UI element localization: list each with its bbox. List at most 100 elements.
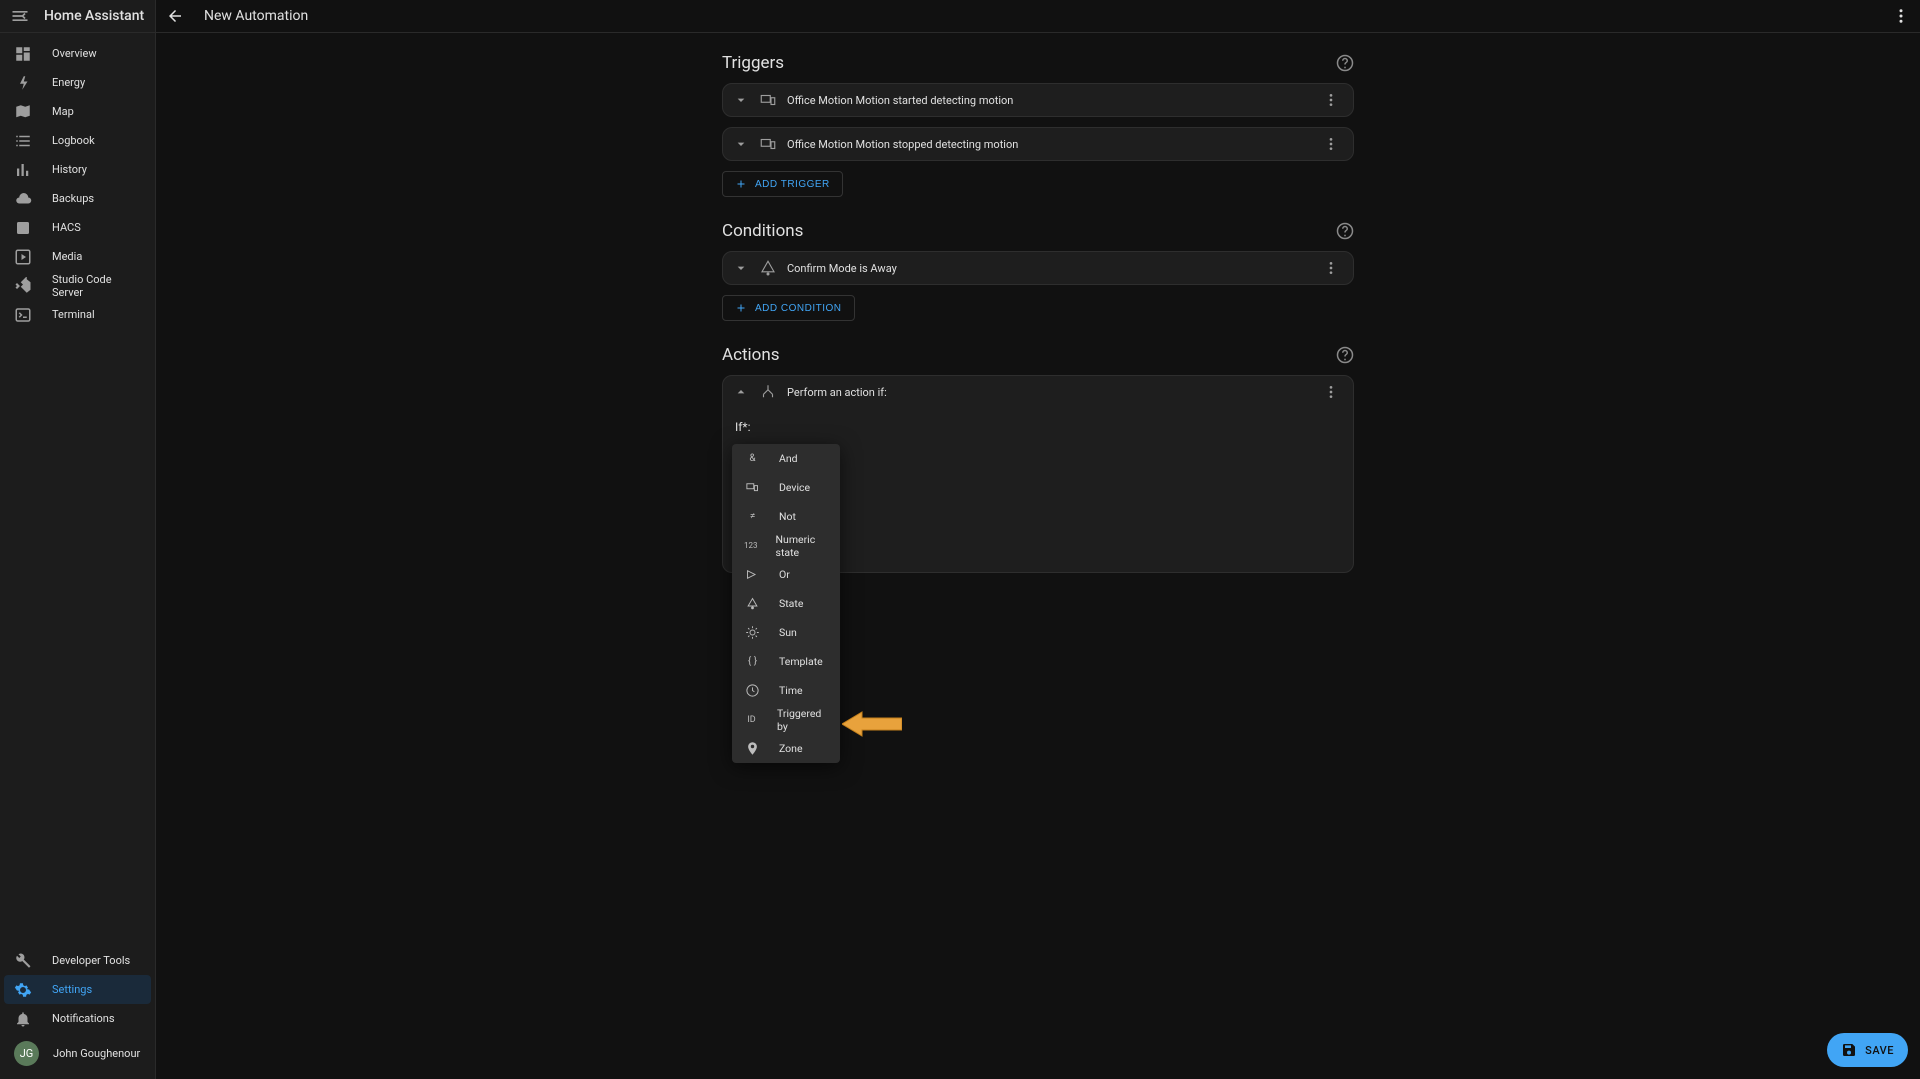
nav-map[interactable]: Map <box>4 97 151 126</box>
chevron-down-icon[interactable] <box>733 136 749 152</box>
dd-label: Template <box>779 655 823 668</box>
dropdown-item-time[interactable]: Time <box>732 676 840 705</box>
nav-label: Overview <box>52 47 97 60</box>
trigger-row[interactable]: Office Motion Motion stopped detecting m… <box>723 128 1353 160</box>
and-icon: & <box>744 450 761 467</box>
dropdown-item-template[interactable]: { } Template <box>732 647 840 676</box>
device-icon <box>744 479 761 496</box>
more-icon[interactable] <box>1323 260 1339 276</box>
nav-backups[interactable]: Backups <box>4 184 151 213</box>
dd-label: State <box>779 597 803 610</box>
nav-notifications[interactable]: Notifications <box>4 1004 151 1033</box>
overview-icon <box>14 45 32 63</box>
history-icon <box>14 161 32 179</box>
nav-label: Terminal <box>52 308 95 321</box>
dropdown-item-device[interactable]: Device <box>732 473 840 502</box>
dropdown-item-triggered-by[interactable]: ID Triggered by <box>732 705 840 734</box>
triggers-header: Triggers <box>722 53 1354 73</box>
zone-icon <box>744 740 761 757</box>
sidebar-nav-top: Overview Energy Map Logbook History Back… <box>0 33 155 946</box>
annotation-arrow <box>842 708 902 740</box>
add-condition-label: ADD CONDITION <box>755 303 842 314</box>
dd-label: Device <box>779 481 810 494</box>
trigger-id-icon: ID <box>744 711 759 728</box>
chevron-down-icon[interactable] <box>733 92 749 108</box>
plus-icon <box>735 302 747 314</box>
condition-label: Confirm Mode is Away <box>787 262 1313 275</box>
nav-history[interactable]: History <box>4 155 151 184</box>
trigger-label: Office Motion Motion started detecting m… <box>787 94 1313 107</box>
dropdown-item-state[interactable]: State <box>732 589 840 618</box>
app-title: Home Assistant <box>44 8 144 24</box>
sidebar-header: Home Assistant <box>0 0 155 33</box>
sidebar: Home Assistant Overview Energy Map Logbo… <box>0 0 156 1079</box>
bell-icon <box>14 1010 32 1028</box>
more-icon[interactable] <box>1323 92 1339 108</box>
media-icon <box>14 248 32 266</box>
chevron-up-icon[interactable] <box>733 384 749 400</box>
nav-label: Developer Tools <box>52 954 130 967</box>
save-label: SAVE <box>1865 1044 1894 1057</box>
menu-toggle-icon[interactable] <box>10 6 30 26</box>
numeric-icon: 123 <box>744 537 758 554</box>
save-button[interactable]: SAVE <box>1827 1033 1908 1067</box>
dropdown-item-zone[interactable]: Zone <box>732 734 840 763</box>
device-icon <box>759 91 777 109</box>
condition-row[interactable]: Confirm Mode is Away <box>723 252 1353 284</box>
if-label: If*: <box>735 420 1341 434</box>
clock-icon <box>744 682 761 699</box>
template-icon: { } <box>744 653 761 670</box>
user-name: John Goughenour <box>53 1047 140 1060</box>
nav-label: Studio Code Server <box>52 273 141 299</box>
nav-logbook[interactable]: Logbook <box>4 126 151 155</box>
nav-user[interactable]: JG John Goughenour <box>4 1033 151 1073</box>
dropdown-item-sun[interactable]: Sun <box>732 618 840 647</box>
state-icon <box>744 595 761 612</box>
condition-card: Confirm Mode is Away <box>722 251 1354 285</box>
help-icon[interactable] <box>1336 346 1354 364</box>
more-icon[interactable] <box>1323 384 1339 400</box>
topbar-more-icon[interactable] <box>1892 7 1910 25</box>
dropdown-item-or[interactable]: Or <box>732 560 840 589</box>
back-icon[interactable] <box>166 7 184 25</box>
help-icon[interactable] <box>1336 54 1354 72</box>
nav-label: HACS <box>52 221 81 234</box>
plus-icon <box>735 178 747 190</box>
nav-label: Backups <box>52 192 94 205</box>
nav-energy[interactable]: Energy <box>4 68 151 97</box>
more-icon[interactable] <box>1323 136 1339 152</box>
user-avatar: JG <box>14 1041 39 1066</box>
add-trigger-button[interactable]: ADD TRIGGER <box>722 171 843 197</box>
dropdown-item-numeric-state[interactable]: 123 Numeric state <box>732 531 840 560</box>
action-row-header[interactable]: Perform an action if: <box>723 376 1353 408</box>
add-condition-button[interactable]: ADD CONDITION <box>722 295 855 321</box>
save-icon <box>1841 1042 1857 1058</box>
page-title: New Automation <box>204 8 308 24</box>
energy-icon <box>14 74 32 92</box>
code-icon <box>14 277 32 295</box>
dd-label: Time <box>779 684 803 697</box>
nav-label: Settings <box>52 983 92 996</box>
nav-terminal[interactable]: Terminal <box>4 300 151 329</box>
terminal-icon <box>14 306 32 324</box>
nav-settings[interactable]: Settings <box>4 975 151 1004</box>
nav-hacs[interactable]: HACS <box>4 213 151 242</box>
nav-developer-tools[interactable]: Developer Tools <box>4 946 151 975</box>
dropdown-item-not[interactable]: ≠ Not <box>732 502 840 531</box>
chevron-down-icon[interactable] <box>733 260 749 276</box>
nav-label: Logbook <box>52 134 95 147</box>
state-icon <box>759 259 777 277</box>
dd-label: Zone <box>779 742 803 755</box>
nav-studio-code[interactable]: Studio Code Server <box>4 271 151 300</box>
condition-type-dropdown: & And Device ≠ Not 123 Numeric state <box>732 444 840 763</box>
trigger-row[interactable]: Office Motion Motion started detecting m… <box>723 84 1353 116</box>
dd-label: Not <box>779 510 796 523</box>
nav-overview[interactable]: Overview <box>4 39 151 68</box>
dropdown-item-and[interactable]: & And <box>732 444 840 473</box>
section-title: Conditions <box>722 221 1336 241</box>
or-icon <box>744 566 761 583</box>
conditions-header: Conditions <box>722 221 1354 241</box>
help-icon[interactable] <box>1336 222 1354 240</box>
backups-icon <box>14 190 32 208</box>
nav-media[interactable]: Media <box>4 242 151 271</box>
